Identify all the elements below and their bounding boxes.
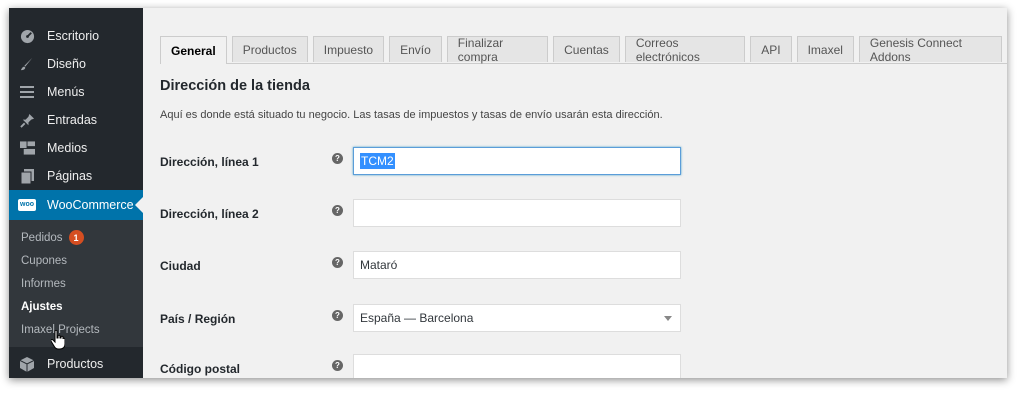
sidebar-item-label: Entradas (47, 113, 98, 127)
submenu-item-pedidos[interactable]: Pedidos 1 (9, 226, 143, 249)
tab-cuentas[interactable]: Cuentas (553, 36, 620, 62)
submenu-item-ajustes[interactable]: Ajustes (9, 295, 143, 318)
field-row-country: País / Región ? España — Barcelona (160, 304, 1000, 334)
sidebar-item-woocommerce[interactable]: woo WooCommerce (9, 190, 143, 220)
brush-icon (19, 56, 35, 72)
submenu-label: Ajustes (21, 300, 63, 313)
woo-icon: woo (18, 197, 36, 213)
field-row-address-1: Dirección, línea 1 ? TCM2 (160, 147, 1000, 177)
field-label: Dirección, línea 1 (160, 155, 259, 169)
tab-api[interactable]: API (750, 36, 792, 62)
submenu-item-informes[interactable]: Informes (9, 272, 143, 295)
field-row-city: Ciudad ? Mataró (160, 251, 1000, 281)
sidebar-item-menus[interactable]: Menús (9, 78, 143, 106)
hand-cursor-icon (50, 329, 66, 350)
sidebar-item-paginas[interactable]: Páginas (9, 162, 143, 190)
submenu-label: Pedidos (21, 231, 63, 244)
city-input[interactable]: Mataró (353, 251, 681, 279)
pin-icon (19, 112, 35, 128)
tab-finalizar-compra[interactable]: Finalizar compra (446, 36, 549, 64)
sidebar-item-medios[interactable]: Medios (9, 134, 143, 162)
postcode-input[interactable] (353, 354, 681, 378)
sidebar-item-label: Páginas (47, 169, 93, 183)
submenu-item-cupones[interactable]: Cupones (9, 249, 143, 272)
tab-envio[interactable]: Envío (389, 36, 442, 62)
tab-productos[interactable]: Productos (231, 36, 308, 62)
field-label: Código postal (160, 362, 240, 376)
media-icon (19, 140, 35, 156)
tab-correos[interactable]: Correos electrónicos (624, 36, 746, 64)
woocommerce-submenu: Pedidos 1 Cupones Informes Ajustes Imaxe… (9, 220, 143, 347)
chevron-down-icon (664, 316, 672, 321)
sidebar-item-escritorio[interactable]: Escritorio (9, 22, 143, 50)
help-icon[interactable]: ? (332, 360, 343, 371)
address-line-1-input[interactable]: TCM2 (353, 147, 681, 175)
tab-genesis-connect-addons[interactable]: Genesis Connect Addons (858, 36, 1002, 64)
field-label: Dirección, línea 2 (160, 207, 259, 221)
app-window: Escritorio Diseño Menús Entradas Medios (9, 8, 1007, 378)
help-icon[interactable]: ? (332, 205, 343, 216)
submenu-label: Cupones (21, 254, 68, 267)
section-description: Aquí es donde está situado tu negocio. L… (160, 109, 663, 121)
field-label: Ciudad (160, 259, 201, 273)
product-icon (19, 356, 35, 372)
menu-icon (19, 84, 35, 100)
select-value: España — Barcelona (360, 311, 474, 325)
tab-impuesto[interactable]: Impuesto (312, 36, 385, 62)
field-row-address-2: Dirección, línea 2 ? (160, 199, 1000, 229)
submenu-label: Informes (21, 277, 66, 290)
settings-main: General Productos Impuesto Envío Finaliz… (143, 8, 1007, 378)
help-icon[interactable]: ? (332, 257, 343, 268)
sidebar-item-diseno[interactable]: Diseño (9, 50, 143, 78)
help-icon[interactable]: ? (332, 310, 343, 321)
section-title: Dirección de la tienda (160, 78, 310, 94)
country-region-select[interactable]: España — Barcelona (353, 304, 681, 332)
submenu-item-imaxel-projects[interactable]: Imaxel Projects (9, 318, 143, 341)
field-row-postcode: Código postal ? (160, 354, 1000, 378)
sidebar-item-entradas[interactable]: Entradas (9, 106, 143, 134)
field-label: País / Región (160, 312, 236, 326)
sidebar-item-label: Medios (47, 141, 88, 155)
tab-imaxel[interactable]: Imaxel (796, 36, 854, 62)
sidebar-item-productos[interactable]: Productos (9, 347, 143, 378)
selected-text: TCM2 (360, 153, 395, 169)
tab-general[interactable]: General (160, 36, 227, 64)
admin-sidebar: Escritorio Diseño Menús Entradas Medios (9, 8, 143, 378)
orders-count-badge: 1 (68, 230, 84, 245)
sidebar-item-label: Productos (47, 357, 104, 371)
dashboard-icon (19, 28, 35, 44)
sidebar-item-label: Diseño (47, 57, 86, 71)
sidebar-item-label: Escritorio (47, 29, 100, 43)
sidebar-item-label: WooCommerce (47, 198, 134, 212)
settings-tabs: General Productos Impuesto Envío Finaliz… (160, 36, 1007, 64)
woo-icon-text: woo (18, 199, 36, 211)
address-line-2-input[interactable] (353, 199, 681, 227)
pages-icon (19, 168, 35, 184)
help-icon[interactable]: ? (332, 153, 343, 164)
sidebar-item-label: Menús (47, 85, 85, 99)
